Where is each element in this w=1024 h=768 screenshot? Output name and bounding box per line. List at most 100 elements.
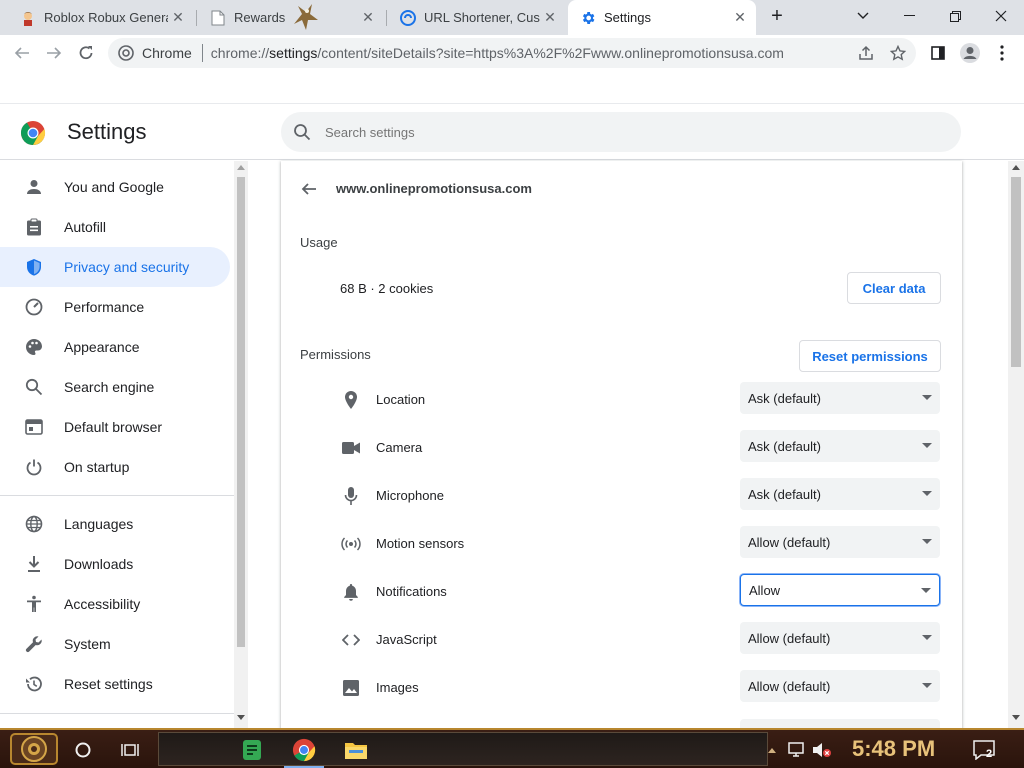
wrench-icon (24, 634, 44, 654)
network-tray-button[interactable] (784, 734, 808, 766)
permission-row-microphone: Microphone Ask (default) (281, 472, 962, 520)
images-permission-select[interactable]: Allow (default) (740, 670, 940, 702)
minimize-icon (903, 15, 915, 16)
page-icon (210, 10, 226, 26)
usage-value: 68 B · 2 cookies (340, 281, 434, 296)
side-panel-button[interactable] (924, 39, 952, 67)
close-tab-icon[interactable]: ✕ (540, 8, 560, 28)
site-info-chip[interactable]: Chrome (118, 45, 192, 61)
sidebar-item-privacy-and-security[interactable]: Privacy and security (0, 247, 230, 287)
search-settings-input[interactable] (325, 124, 885, 140)
back-arrow-button[interactable] (299, 179, 319, 199)
tab-settings[interactable]: Settings ✕ (568, 0, 756, 35)
next-permission-select-partial[interactable] (740, 719, 940, 728)
close-icon (995, 10, 1007, 22)
show-hidden-icons-button[interactable] (764, 734, 780, 766)
motion-sensors-permission-select[interactable]: Allow (default) (740, 526, 940, 558)
close-tab-icon[interactable]: ✕ (358, 8, 378, 28)
tab-rewards[interactable]: Rewards ✕ (198, 0, 384, 35)
select-value: Allow (749, 582, 781, 598)
sidebar-item-label: Accessibility (64, 596, 141, 612)
close-tab-icon[interactable]: ✕ (730, 8, 750, 28)
bookmark-button[interactable] (884, 39, 912, 67)
scroll-up-arrow-icon (1012, 165, 1020, 170)
new-tab-button[interactable]: + (760, 0, 794, 32)
dropdown-arrow-icon (922, 395, 932, 400)
taskbar-app-chrome[interactable] (288, 734, 320, 766)
shield-icon (24, 257, 44, 277)
notifications-permission-select[interactable]: Allow (740, 574, 940, 606)
menu-button[interactable] (988, 39, 1016, 67)
taskbar-app-file-explorer[interactable] (340, 734, 372, 766)
reset-permissions-button[interactable]: Reset permissions (799, 340, 941, 372)
sidebar-item-on-startup[interactable]: On startup (0, 447, 230, 487)
chip-label: Chrome (142, 45, 192, 61)
permission-label: Notifications (376, 584, 447, 599)
sidebar-item-reset-settings[interactable]: Reset settings (0, 664, 230, 704)
start-button[interactable] (6, 731, 62, 767)
dropdown-arrow-icon (922, 539, 932, 544)
dropdown-arrow-icon (922, 635, 932, 640)
task-view-button[interactable] (114, 734, 146, 766)
sidebar-item-languages[interactable]: Languages (0, 504, 230, 544)
sidebar-item-label: Default browser (64, 419, 163, 435)
url-host: settings (269, 45, 318, 61)
sidebar-item-you-and-google[interactable]: You and Google (0, 167, 230, 207)
location-pin-icon (341, 390, 361, 410)
dropdown-arrow-icon (922, 443, 932, 448)
profile-button[interactable] (956, 39, 984, 67)
sidebar-item-accessibility[interactable]: Accessibility (0, 584, 230, 624)
cortana-search-button[interactable] (67, 734, 99, 766)
reload-button[interactable] (72, 39, 100, 67)
permissions-section-label: Permissions (300, 347, 371, 362)
side-panel-icon (931, 46, 945, 60)
image-icon (341, 678, 361, 698)
eagle-image-icon (290, 2, 322, 32)
search-icon (293, 123, 311, 141)
network-icon (788, 742, 804, 757)
close-tab-icon[interactable]: ✕ (168, 8, 188, 28)
sidebar-item-downloads[interactable]: Downloads (0, 544, 230, 584)
tab-url-shortener[interactable]: URL Shortener, Custo ✕ (388, 0, 566, 35)
browser-icon (24, 417, 44, 437)
microphone-permission-select[interactable]: Ask (default) (740, 478, 940, 510)
sidebar-item-label: Performance (64, 299, 145, 315)
download-icon (24, 554, 44, 574)
minimize-button[interactable] (886, 0, 932, 32)
camera-permission-select[interactable]: Ask (default) (740, 430, 940, 462)
restore-button[interactable] (932, 0, 978, 32)
taskbar-clock[interactable]: 5:48 PM (852, 736, 935, 762)
tab-strip: Roblox Robux Genera ✕ Rewards ✕ URL Shor… (0, 0, 1024, 35)
camera-icon (341, 438, 361, 458)
sidebar-item-system[interactable]: System (0, 624, 230, 664)
javascript-permission-select[interactable]: Allow (default) (740, 622, 940, 654)
sidebar-divider (0, 713, 234, 714)
page-scrollbar-thumb[interactable] (1011, 177, 1021, 367)
address-bar[interactable]: Chrome chrome://settings/content/siteDet… (108, 38, 916, 68)
tab-search-button[interactable] (840, 0, 886, 32)
share-button[interactable] (852, 39, 880, 67)
sidebar-item-default-browser[interactable]: Default browser (0, 407, 230, 447)
code-icon (341, 630, 361, 650)
settings-sidebar: You and Google Autofill Privacy and secu… (0, 161, 234, 728)
sidebar-item-search-engine[interactable]: Search engine (0, 367, 230, 407)
sidebar-scrollbar-thumb[interactable] (237, 177, 245, 647)
taskbar-app-sheets[interactable] (236, 734, 268, 766)
back-button[interactable] (8, 39, 36, 67)
close-window-button[interactable] (978, 0, 1024, 32)
page-scrollbar[interactable] (1008, 161, 1024, 728)
volume-tray-button[interactable] (810, 734, 834, 766)
tab-roblox[interactable]: Roblox Robux Genera ✕ (8, 0, 194, 35)
search-settings-bar[interactable] (281, 112, 961, 152)
clear-data-button[interactable]: Clear data (847, 272, 941, 304)
forward-button[interactable] (40, 39, 68, 67)
action-center-button[interactable]: 2 (968, 734, 1000, 766)
sidebar-item-performance[interactable]: Performance (0, 287, 230, 327)
permission-label: Motion sensors (376, 536, 465, 551)
sidebar-item-autofill[interactable]: Autofill (0, 207, 230, 247)
location-permission-select[interactable]: Ask (default) (740, 382, 940, 414)
select-value: Allow (default) (748, 534, 831, 550)
sidebar-scrollbar[interactable] (234, 161, 248, 728)
sidebar-item-appearance[interactable]: Appearance (0, 327, 230, 367)
motion-sensors-icon (341, 534, 361, 554)
